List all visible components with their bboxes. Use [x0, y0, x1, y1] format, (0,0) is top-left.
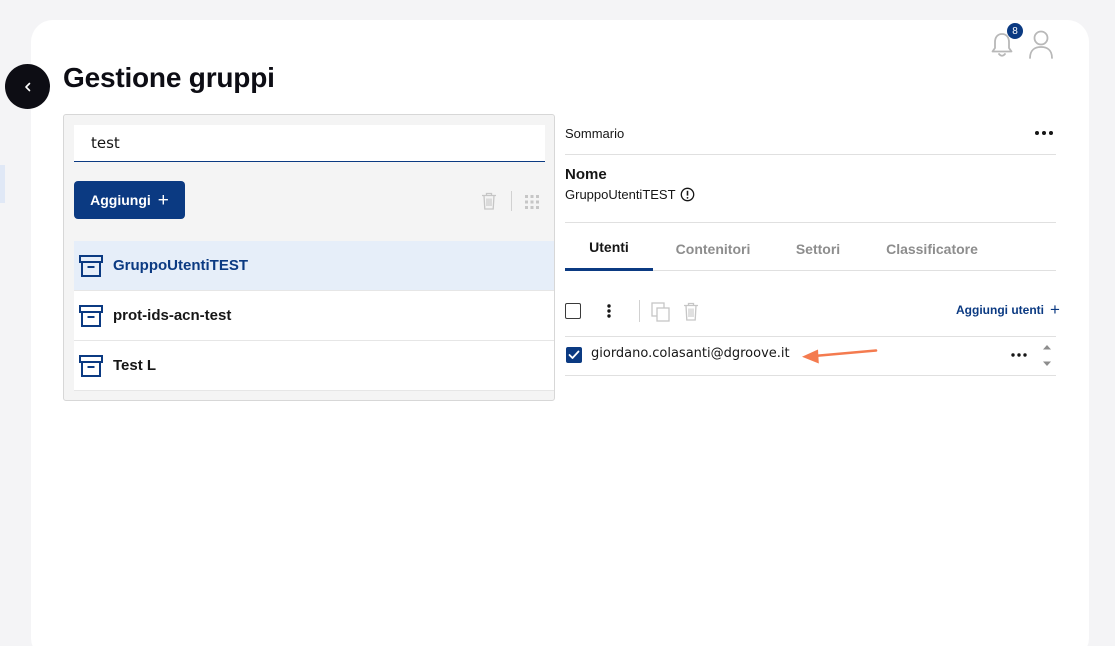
group-name: prot-ids-acn-test [113, 307, 232, 324]
add-group-button[interactable]: Aggiungi + [74, 181, 185, 219]
user-email: giordano.colasanti@dgroove.it [591, 346, 790, 361]
group-item[interactable]: Test L [74, 341, 554, 391]
group-name-value: GruppoUtentiTEST [565, 187, 676, 202]
add-users-button[interactable]: Aggiungi utenti + [956, 301, 1060, 318]
group-list: GruppoUtentiTEST prot-ids-acn-test Test … [74, 241, 554, 391]
more-horizontal-icon[interactable] [1010, 351, 1028, 359]
grid-icon[interactable] [525, 195, 539, 209]
checkmark-icon [568, 350, 580, 359]
summary-title: Sommario [565, 126, 625, 141]
row-checkbox[interactable] [566, 347, 582, 363]
archive-box-icon [79, 254, 103, 277]
group-item[interactable]: prot-ids-acn-test [74, 291, 554, 341]
divider [565, 154, 1056, 155]
toolbar-divider [511, 191, 512, 211]
group-name: Test L [113, 357, 157, 374]
archive-box-icon [79, 354, 103, 377]
collapse-sidebar-button[interactable] [5, 64, 50, 109]
arrow-left-icon [802, 349, 878, 364]
group-name: GruppoUtentiTEST [113, 257, 248, 274]
select-all-checkbox[interactable] [565, 303, 581, 319]
detail-tabs: Utenti Contenitori Settori Classificator… [565, 226, 1056, 271]
trash-icon[interactable] [683, 302, 699, 321]
name-label: Nome [565, 166, 607, 183]
divider [565, 222, 1056, 223]
tab-contenitori[interactable]: Contenitori [663, 226, 763, 271]
tab-settori[interactable]: Settori [781, 226, 855, 271]
copy-icon[interactable] [650, 302, 672, 322]
group-item[interactable]: GruppoUtentiTEST [74, 241, 554, 291]
sidebar-indicator [0, 165, 5, 203]
plus-icon: + [157, 189, 169, 211]
search-input[interactable] [74, 125, 545, 162]
tab-utenti[interactable]: Utenti [565, 226, 653, 271]
add-group-label: Aggiungi [90, 192, 151, 208]
trash-icon[interactable] [481, 192, 497, 210]
user-icon[interactable] [1026, 28, 1056, 60]
chevron-left-icon [24, 82, 30, 91]
notification-badge: 8 [1007, 23, 1023, 39]
add-users-label: Aggiungi utenti [956, 302, 1044, 317]
caret-down-icon[interactable] [1041, 359, 1053, 369]
caret-up-icon[interactable] [1041, 342, 1053, 352]
plus-icon: + [1049, 300, 1060, 319]
name-value-row: GruppoUtentiTEST [565, 187, 695, 202]
groups-panel: Aggiungi + GruppoUtentiTEST [63, 114, 555, 401]
tab-classificatore[interactable]: Classificatore [875, 226, 989, 271]
more-horizontal-icon[interactable] [1033, 124, 1055, 140]
toolbar-divider [639, 300, 640, 322]
page-title: Gestione gruppi [63, 62, 275, 93]
more-vertical-icon[interactable] [604, 302, 614, 320]
archive-box-icon [79, 304, 103, 327]
info-circle-icon[interactable] [680, 187, 695, 202]
